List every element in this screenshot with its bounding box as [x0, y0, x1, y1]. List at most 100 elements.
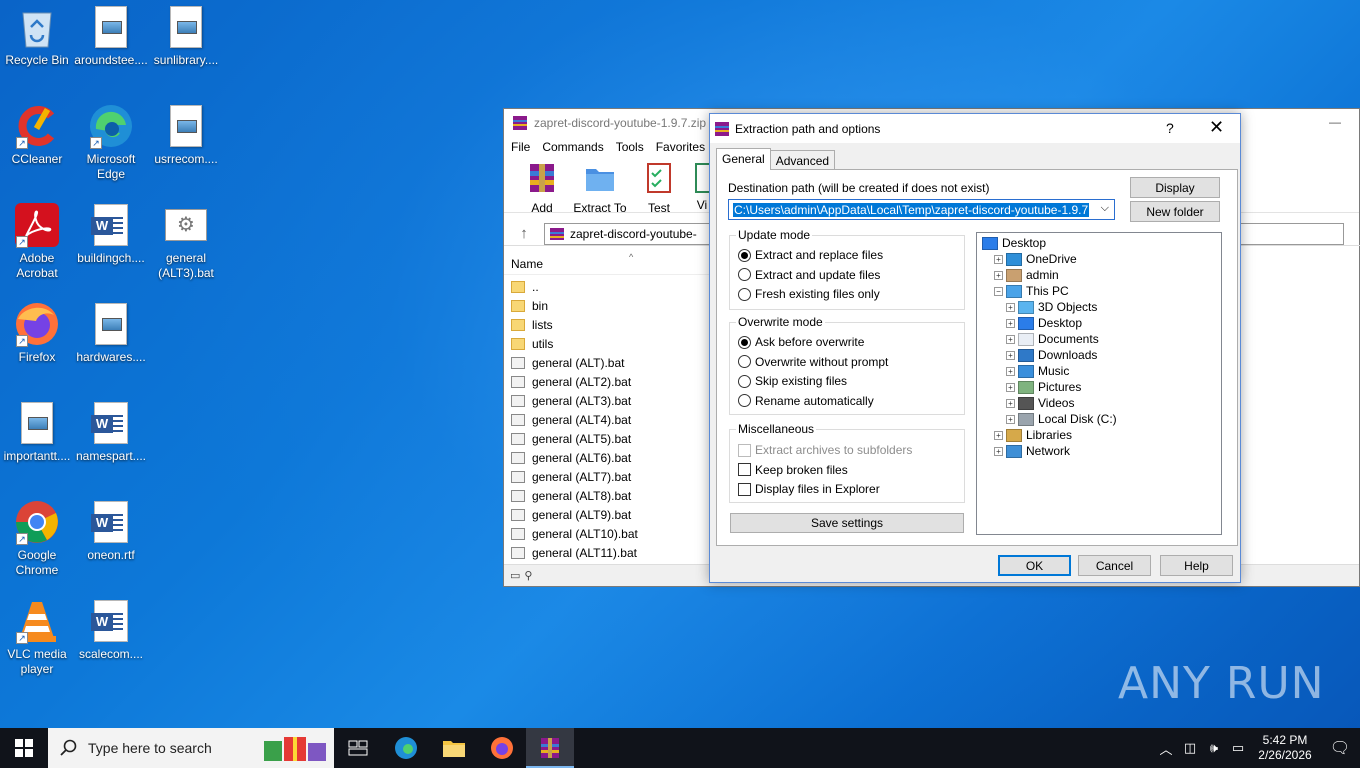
start-button[interactable]	[0, 728, 48, 768]
tree-expander-icon[interactable]: +	[1006, 334, 1015, 344]
desktop-icon[interactable]: ↗ Google Chrome	[0, 499, 74, 578]
radio-button[interactable]	[738, 374, 751, 388]
desktop-icon[interactable]: ↗ Adobe Acrobat	[0, 202, 74, 281]
tree-expander-icon[interactable]: +	[994, 446, 1003, 456]
menu-file[interactable]: File	[511, 140, 530, 154]
destination-path-combo[interactable]: C:\Users\admin\AppData\Local\Temp\zapret…	[728, 199, 1115, 220]
tree-node[interactable]: + Videos	[977, 395, 1221, 411]
up-arrow-icon[interactable]: ↑	[504, 225, 544, 242]
taskbar-search[interactable]: Type here to search	[48, 728, 334, 768]
radio-option[interactable]: Fresh existing files only	[738, 287, 880, 301]
file-list-row[interactable]: general (ALT6).bat	[504, 448, 714, 467]
checkbox-option[interactable]: Keep broken files	[738, 463, 848, 477]
tree-expander-icon[interactable]: +	[1006, 350, 1015, 360]
desktop-icon[interactable]: importantt....	[0, 400, 74, 464]
chevron-down-icon[interactable]: ⌵	[1101, 202, 1109, 215]
taskbar-explorer[interactable]	[430, 728, 478, 768]
file-list-row[interactable]: utils	[504, 334, 714, 353]
close-button[interactable]: ✕	[1209, 117, 1224, 138]
desktop-icon[interactable]: aroundstee....	[74, 4, 148, 68]
checkbox[interactable]	[738, 463, 751, 476]
radio-button[interactable]	[738, 394, 751, 407]
tree-node[interactable]: + Desktop	[977, 315, 1221, 331]
desktop-icon[interactable]: Woneon.rtf	[74, 499, 148, 563]
file-list-row[interactable]: general (ALT7).bat	[504, 467, 714, 486]
desktop-icon[interactable]: Wscalecom....	[74, 598, 148, 662]
save-settings-button[interactable]: Save settings	[730, 513, 964, 533]
tree-expander-icon[interactable]: +	[1006, 302, 1015, 312]
notifications-icon[interactable]: 🗨	[1320, 738, 1360, 758]
radio-option[interactable]: Ask before overwrite	[738, 335, 864, 349]
tree-node[interactable]: + Pictures	[977, 379, 1221, 395]
dialog-help-button[interactable]: Help	[1160, 555, 1233, 576]
desktop-icon[interactable]: ↗ VLC media player	[0, 598, 74, 677]
file-list-row[interactable]: general (ALT4).bat	[504, 410, 714, 429]
menu-commands[interactable]: Commands	[542, 140, 603, 154]
clock[interactable]: 5:42 PM 2/26/2026	[1250, 733, 1320, 763]
tree-expander-icon[interactable]: +	[1006, 382, 1015, 392]
file-list-row[interactable]: general (ALT10).bat	[504, 524, 714, 543]
tree-expander-icon[interactable]: +	[1006, 414, 1015, 424]
desktop-icon[interactable]: hardwares....	[74, 301, 148, 365]
volume-icon[interactable]: 🕪	[1202, 740, 1226, 756]
desktop-icon[interactable]: sunlibrary....	[149, 4, 223, 68]
radio-button[interactable]	[738, 335, 751, 349]
tab-advanced[interactable]: Advanced	[769, 150, 836, 169]
column-header-name[interactable]: Name ^	[504, 252, 714, 275]
tree-node[interactable]: + Music	[977, 363, 1221, 379]
radio-option[interactable]: Extract and replace files	[738, 248, 883, 262]
cancel-button[interactable]: Cancel	[1078, 555, 1151, 576]
tab-general[interactable]: General	[716, 148, 771, 170]
add-button[interactable]: Add	[524, 161, 560, 215]
radio-option[interactable]: Rename automatically	[738, 394, 874, 408]
ok-button[interactable]: OK	[998, 555, 1071, 576]
desktop-icon[interactable]: usrrecom....	[149, 103, 223, 167]
checkbox-option[interactable]: Display files in Explorer	[738, 482, 880, 496]
menu-favorites[interactable]: Favorites	[656, 140, 705, 154]
tree-node[interactable]: +3D Objects	[977, 299, 1221, 315]
tree-node[interactable]: + Documents	[977, 331, 1221, 347]
tree-node[interactable]: Desktop	[977, 235, 1221, 251]
folder-tree[interactable]: Desktop + OneDrive + admin − This PC +3D Object…	[976, 232, 1222, 535]
desktop-icon[interactable]: Wnamespart....	[74, 400, 148, 464]
file-list-row[interactable]: bin	[504, 296, 714, 315]
task-view-button[interactable]	[334, 728, 382, 768]
radio-option[interactable]: Overwrite without prompt	[738, 355, 888, 369]
radio-button[interactable]	[738, 268, 751, 281]
radio-option[interactable]: Extract and update files	[738, 268, 880, 282]
desktop-icon[interactable]: ↗ CCleaner	[0, 103, 74, 167]
tray-overflow-chevron-up-icon[interactable]: ︿	[1154, 739, 1178, 758]
tree-node[interactable]: + OneDrive	[977, 251, 1221, 267]
tree-expander-icon[interactable]: +	[1006, 366, 1015, 376]
taskbar-firefox[interactable]	[478, 728, 526, 768]
desktop-icon[interactable]: ⚙ general (ALT3).bat	[149, 202, 223, 281]
radio-button[interactable]	[738, 355, 751, 368]
desktop-icon[interactable]: ↗ Microsoft Edge	[74, 103, 148, 182]
extraction-dialog[interactable]: Extraction path and options ? ✕ General …	[709, 113, 1241, 583]
desktop-icon[interactable]: Recycle Bin	[0, 4, 74, 68]
file-list-row[interactable]: general (ALT3).bat	[504, 391, 714, 410]
file-list-row[interactable]: general (ALT9).bat	[504, 505, 714, 524]
extract-to-button[interactable]: Extract To	[572, 161, 628, 215]
tree-expander-icon[interactable]: +	[1006, 398, 1015, 408]
desktop-icon[interactable]: Wbuildingch....	[74, 202, 148, 266]
file-list-row[interactable]: general (ALT8).bat	[504, 486, 714, 505]
tree-expander-icon[interactable]: +	[1006, 318, 1015, 328]
tree-node[interactable]: + admin	[977, 267, 1221, 283]
taskbar-edge[interactable]	[382, 728, 430, 768]
file-list-row[interactable]: general (ALT5).bat	[504, 429, 714, 448]
display-button[interactable]: Display	[1130, 177, 1220, 198]
dialog-titlebar[interactable]: Extraction path and options	[710, 114, 1240, 143]
tree-expander-icon[interactable]: −	[994, 286, 1003, 296]
file-list-row[interactable]: ..	[504, 277, 714, 296]
tree-expander-icon[interactable]: +	[994, 270, 1003, 280]
file-list-row[interactable]: general (ALT11).bat	[504, 543, 714, 562]
menu-tools[interactable]: Tools	[616, 140, 644, 154]
file-list-row[interactable]: general (ALT2).bat	[504, 372, 714, 391]
tree-node[interactable]: + Downloads	[977, 347, 1221, 363]
radio-button[interactable]	[738, 248, 751, 262]
tree-node[interactable]: + Libraries	[977, 427, 1221, 443]
desktop-icon[interactable]: ↗ Firefox	[0, 301, 74, 365]
file-list-row[interactable]: general (ALT).bat	[504, 353, 714, 372]
radio-option[interactable]: Skip existing files	[738, 374, 847, 388]
